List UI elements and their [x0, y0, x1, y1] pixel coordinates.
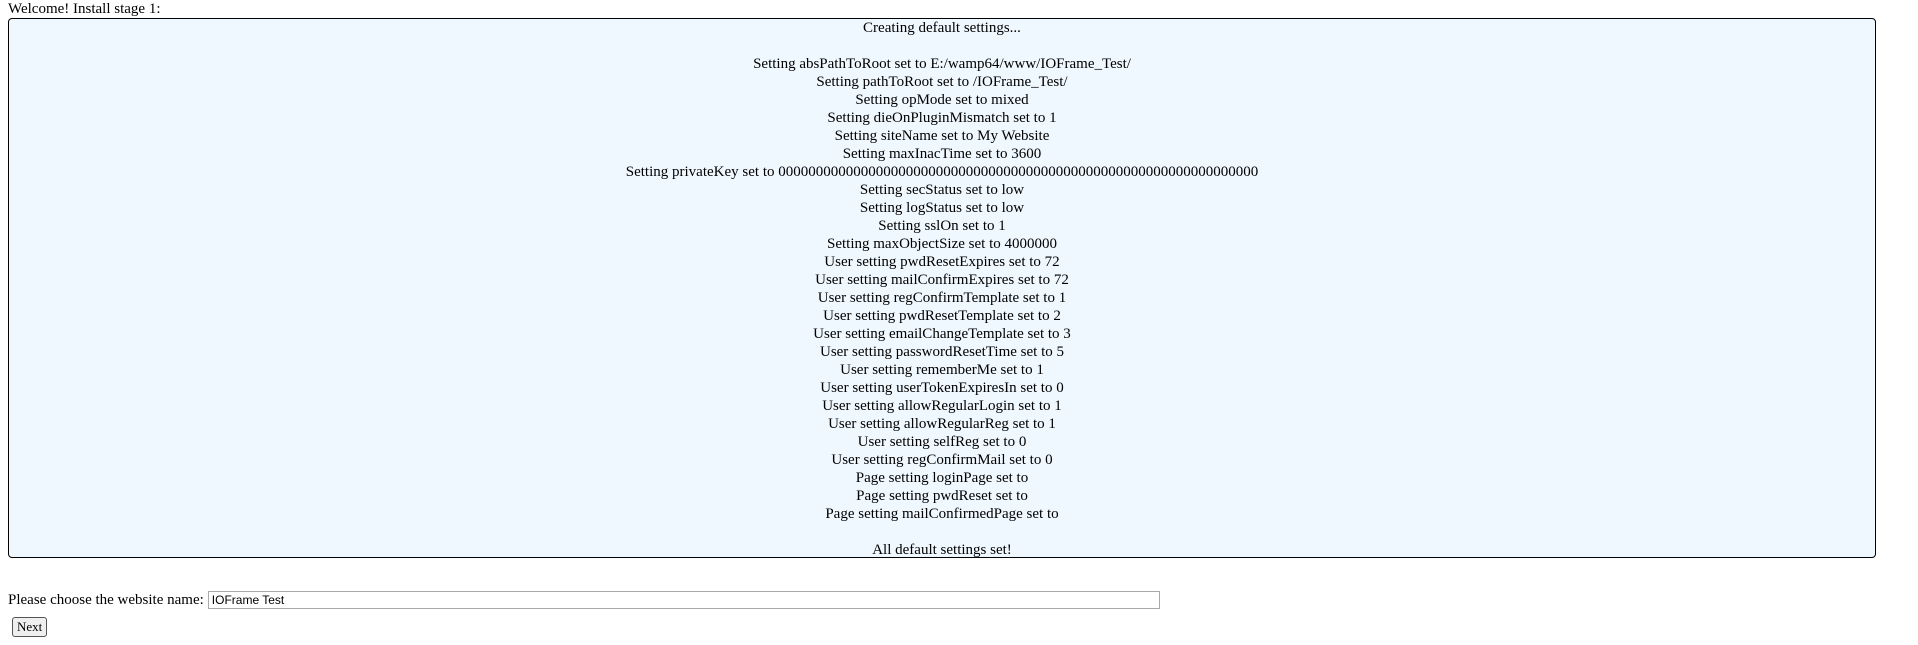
log-line: User setting mailConfirmExpires set to 7… — [815, 272, 1069, 288]
log-line: Setting logStatus set to low — [859, 200, 1025, 216]
log-line: Setting siteName set to My Website — [834, 128, 1050, 144]
log-line: User setting allowRegularReg set to 1 — [828, 416, 1056, 432]
log-line: User setting pwdResetTemplate set to 2 — [823, 308, 1061, 324]
log-line: Setting opMode set to mixed — [855, 92, 1029, 108]
stage-title: Welcome! Install stage 1: — [8, 1, 161, 17]
website-name-row: Please choose the website name: — [8, 590, 1160, 610]
log-spacer — [9, 37, 1875, 55]
log-spacer — [9, 523, 1875, 541]
log-line: User setting regConfirmMail set to 0 — [831, 452, 1053, 468]
log-line: Page setting loginPage set to — [855, 470, 1029, 486]
log-line: User setting regConfirmTemplate set to 1 — [817, 290, 1067, 306]
website-name-label: Please choose the website name: — [8, 592, 204, 608]
log-line: Setting secStatus set to low — [859, 182, 1025, 198]
log-line: User setting emailChangeTemplate set to … — [813, 326, 1071, 342]
log-line: Page setting pwdReset set to — [856, 488, 1028, 504]
log-line: User setting pwdResetExpires set to 72 — [824, 254, 1060, 270]
log-line: User setting allowRegularLogin set to 1 — [822, 398, 1062, 414]
settings-log-panel: Creating default settings... Setting abs… — [8, 18, 1876, 558]
log-line: Setting dieOnPluginMismatch set to 1 — [827, 110, 1057, 126]
log-line: Page setting mailConfirmedPage set to — [825, 506, 1059, 522]
log-line: Setting maxObjectSize set to 4000000 — [827, 236, 1057, 252]
log-line: User setting userTokenExpiresIn set to 0 — [820, 380, 1064, 396]
next-button[interactable]: Next — [12, 617, 48, 637]
log-line: Setting absPathToRoot set to E:/wamp64/w… — [753, 56, 1131, 72]
install-page: Welcome! Install stage 1: Creating defau… — [0, 0, 1918, 645]
log-line: Setting sslOn set to 1 — [878, 218, 1006, 234]
log-footer: All default settings set! — [872, 542, 1012, 558]
log-line: Setting pathToRoot set to /IOFrame_Test/ — [816, 74, 1068, 90]
log-line: User setting selfReg set to 0 — [857, 434, 1027, 450]
log-line: Setting maxInacTime set to 3600 — [842, 146, 1042, 162]
log-header: Creating default settings... — [863, 20, 1021, 36]
log-line: User setting passwordResetTime set to 5 — [819, 344, 1064, 360]
website-name-input[interactable] — [207, 591, 1160, 609]
log-line: Setting privateKey set to 00000000000000… — [625, 164, 1259, 180]
log-line: User setting rememberMe set to 1 — [840, 362, 1044, 378]
